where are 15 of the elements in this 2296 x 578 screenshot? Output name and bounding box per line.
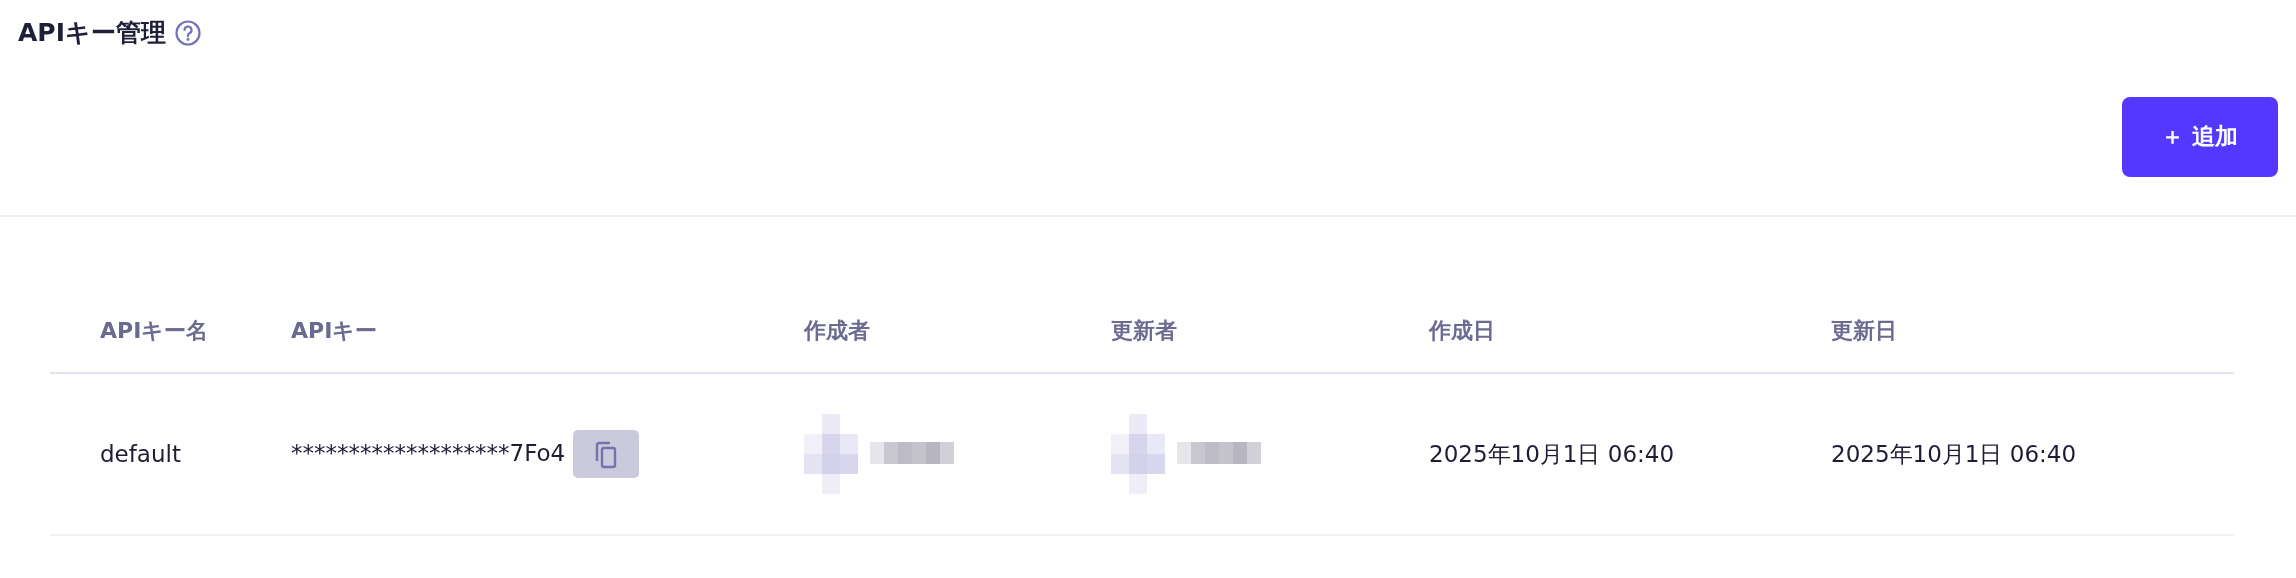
column-header: APIキー xyxy=(291,317,378,343)
copy-icon xyxy=(594,441,619,470)
column-header: 更新日 xyxy=(1831,317,1897,343)
column-header: 作成者 xyxy=(804,317,870,343)
created-date: 2025年10月1日 06:40 xyxy=(1429,440,1675,467)
add-button[interactable]: ＋ 追加 xyxy=(2122,96,2278,177)
column-header: 更新者 xyxy=(1111,317,1177,343)
updated-date: 2025年10月1日 06:40 xyxy=(1831,440,2077,467)
copy-button[interactable] xyxy=(573,430,640,478)
masked-api-key: *******************7Fo4 xyxy=(291,439,566,466)
page-title: APIキー管理 xyxy=(18,17,166,49)
column-header: APIキー名 xyxy=(100,317,209,343)
key-name: default xyxy=(100,440,181,467)
help-icon[interactable] xyxy=(174,18,202,47)
column-header: 作成日 xyxy=(1429,317,1495,343)
